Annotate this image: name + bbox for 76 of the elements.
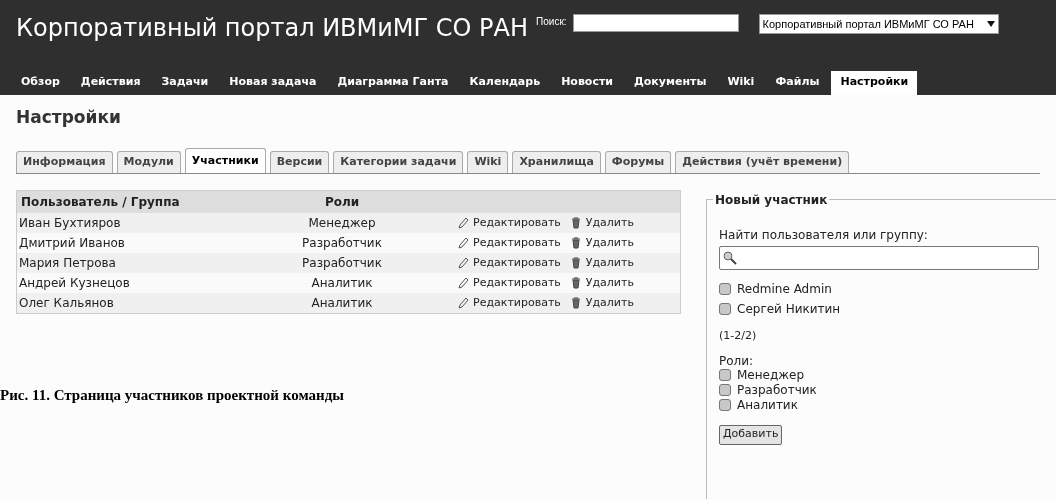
settings-tab[interactable]: Wiki (467, 151, 509, 173)
delete-link[interactable]: Удалить (585, 234, 634, 252)
user-search-field[interactable] (719, 246, 1039, 270)
settings-tab[interactable]: Версии (269, 151, 330, 173)
delete-link[interactable]: Удалить (585, 254, 634, 272)
main-menu-tab[interactable]: Задачи (152, 70, 218, 95)
delete-link[interactable]: Удалить (585, 214, 634, 232)
checkbox[interactable] (719, 384, 731, 396)
main-menu-tab[interactable]: Обзор (12, 70, 69, 95)
main-menu-tab[interactable]: Wiki (718, 70, 764, 95)
search-label: Найти пользователя или группу: (719, 227, 929, 244)
role-option: Аналитик (737, 396, 798, 414)
main-menu-tab[interactable]: Файлы (766, 70, 829, 95)
search-icon (723, 251, 737, 265)
main-menu-tab[interactable]: Диаграмма Ганта (328, 70, 458, 95)
fieldset-legend: Новый участник (713, 191, 830, 209)
settings-tab[interactable]: Категории задачи (333, 151, 464, 173)
roles-label: Роли: (719, 354, 755, 368)
trash-icon (570, 237, 581, 249)
search-field[interactable] (572, 14, 739, 32)
page-title: Настройки (16, 105, 122, 129)
project-select[interactable]: Корпоративный портал ИВМиМГ СО РАН (758, 14, 999, 34)
table-cell-text: Мария Петрова (18, 255, 117, 272)
pencil-icon (457, 276, 469, 290)
table-cell-text: Разработчик (301, 255, 383, 272)
delete-link[interactable]: Удалить (585, 294, 634, 312)
user-option: Сергей Никитин (737, 300, 841, 318)
checkbox[interactable] (719, 369, 731, 381)
role-option: Разработчик (737, 381, 817, 399)
role-option: Менеджер (737, 366, 805, 384)
user-option: Redmine Admin (737, 280, 832, 298)
edit-link[interactable]: Редактировать (473, 254, 561, 272)
edit-link[interactable]: Редактировать (473, 274, 561, 292)
pagination-text: (1-2/2) (719, 328, 758, 344)
edit-link[interactable]: Редактировать (473, 234, 561, 252)
table-cell-text: Аналитик (310, 295, 374, 312)
settings-tab[interactable]: Хранилища (512, 151, 601, 173)
trash-icon (570, 257, 581, 269)
figure-caption: Рис. 11. Страница участников проектной команды (0, 386, 345, 405)
settings-tab[interactable]: Форумы (604, 151, 672, 173)
pencil-icon (457, 216, 469, 230)
main-menu-tab[interactable]: Документы (625, 70, 716, 95)
settings-tab[interactable]: Информация (16, 151, 113, 173)
add-button[interactable]: Добавить (719, 424, 783, 445)
table-cell-text: Дмитрий Иванов (18, 235, 126, 252)
main-menu-tab[interactable]: Настройки (831, 70, 918, 95)
column-header: Роли (323, 194, 361, 211)
table-cell-text: Олег Кальянов (18, 295, 115, 312)
main-menu-tab[interactable]: Действия (71, 70, 150, 95)
trash-icon (570, 297, 581, 309)
pencil-icon (457, 296, 469, 310)
table-cell-text: Андрей Кузнецов (18, 275, 131, 292)
trash-icon (570, 217, 581, 229)
table-cell-text: Разработчик (301, 235, 383, 252)
checkbox[interactable] (719, 283, 731, 295)
search-label: Поиск: (536, 15, 567, 29)
edit-link[interactable]: Редактировать (473, 294, 561, 312)
site-title: Корпоративный портал ИВМиМГ СО РАН (16, 13, 529, 44)
table-cell-text: Иван Бухтияров (18, 215, 122, 232)
main-menu-tab[interactable]: Календарь (460, 70, 550, 95)
checkbox[interactable] (719, 303, 731, 315)
settings-tab[interactable]: Действия (учёт времени) (675, 151, 850, 173)
delete-link[interactable]: Удалить (585, 274, 634, 292)
table-cell-text: Менеджер (307, 215, 377, 232)
settings-tab[interactable]: Участники (184, 148, 266, 173)
settings-tab[interactable]: Модули (116, 151, 181, 173)
pencil-icon (457, 256, 469, 270)
dropdown-arrow-icon (986, 21, 995, 27)
table-cell-text: Аналитик (310, 275, 374, 292)
main-menu-tab[interactable]: Новая задача (220, 70, 326, 95)
main-menu-tab[interactable]: Новости (552, 70, 622, 95)
trash-icon (570, 277, 581, 289)
pencil-icon (457, 236, 469, 250)
column-header: Пользователь / Группа (20, 194, 181, 211)
checkbox[interactable] (719, 399, 731, 411)
edit-link[interactable]: Редактировать (473, 214, 561, 232)
